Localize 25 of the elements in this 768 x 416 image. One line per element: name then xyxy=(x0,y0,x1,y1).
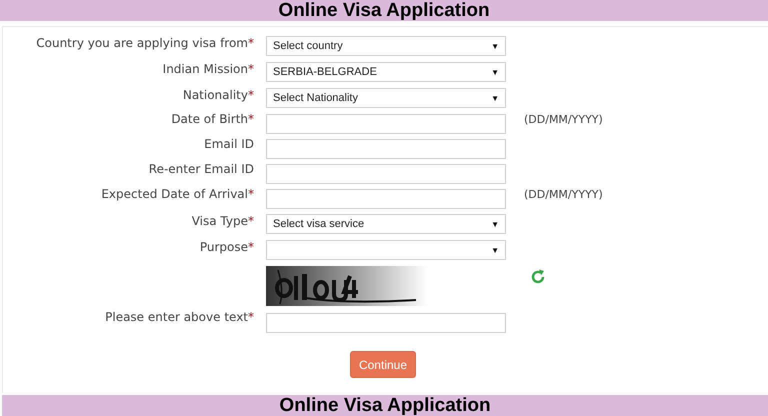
field-hint: (DD/MM/YYYY) xyxy=(524,187,604,201)
field-label: Country you are applying visa from* xyxy=(36,35,255,50)
input-field[interactable] xyxy=(266,138,506,158)
field-hint: (DD/MM/YYYY) xyxy=(524,112,604,126)
dropdown-field[interactable]: ▼ xyxy=(266,240,506,260)
input-field[interactable] xyxy=(266,164,506,184)
field-label: Please enter above text* xyxy=(105,309,255,324)
field-label: Expected Date of Arrival* xyxy=(101,186,255,201)
field-label: Purpose* xyxy=(200,239,255,254)
page-title: Online Visa Application xyxy=(0,0,768,21)
field-label: Visa Type* xyxy=(192,213,255,228)
field-label: Date of Birth* xyxy=(171,111,255,126)
field-label: Re-enter Email ID xyxy=(148,161,255,176)
refresh-icon[interactable] xyxy=(530,268,546,285)
dropdown-field[interactable]: Select Nationality ▼ xyxy=(266,88,506,108)
field-label: Indian Mission* xyxy=(162,61,255,76)
field-label: Nationality* xyxy=(182,87,255,102)
field-label: Email ID xyxy=(204,136,255,151)
input-field[interactable] xyxy=(266,313,506,333)
dropdown-field[interactable]: Select visa service ▼ xyxy=(266,214,506,234)
dropdown-field[interactable]: Select country ▼ xyxy=(266,36,506,56)
footer-title: Online Visa Application xyxy=(2,395,768,416)
dropdown-field[interactable]: SERBIA-BELGRADE ▼ xyxy=(266,62,506,82)
input-field[interactable] xyxy=(266,114,506,134)
input-field[interactable] xyxy=(266,188,506,208)
